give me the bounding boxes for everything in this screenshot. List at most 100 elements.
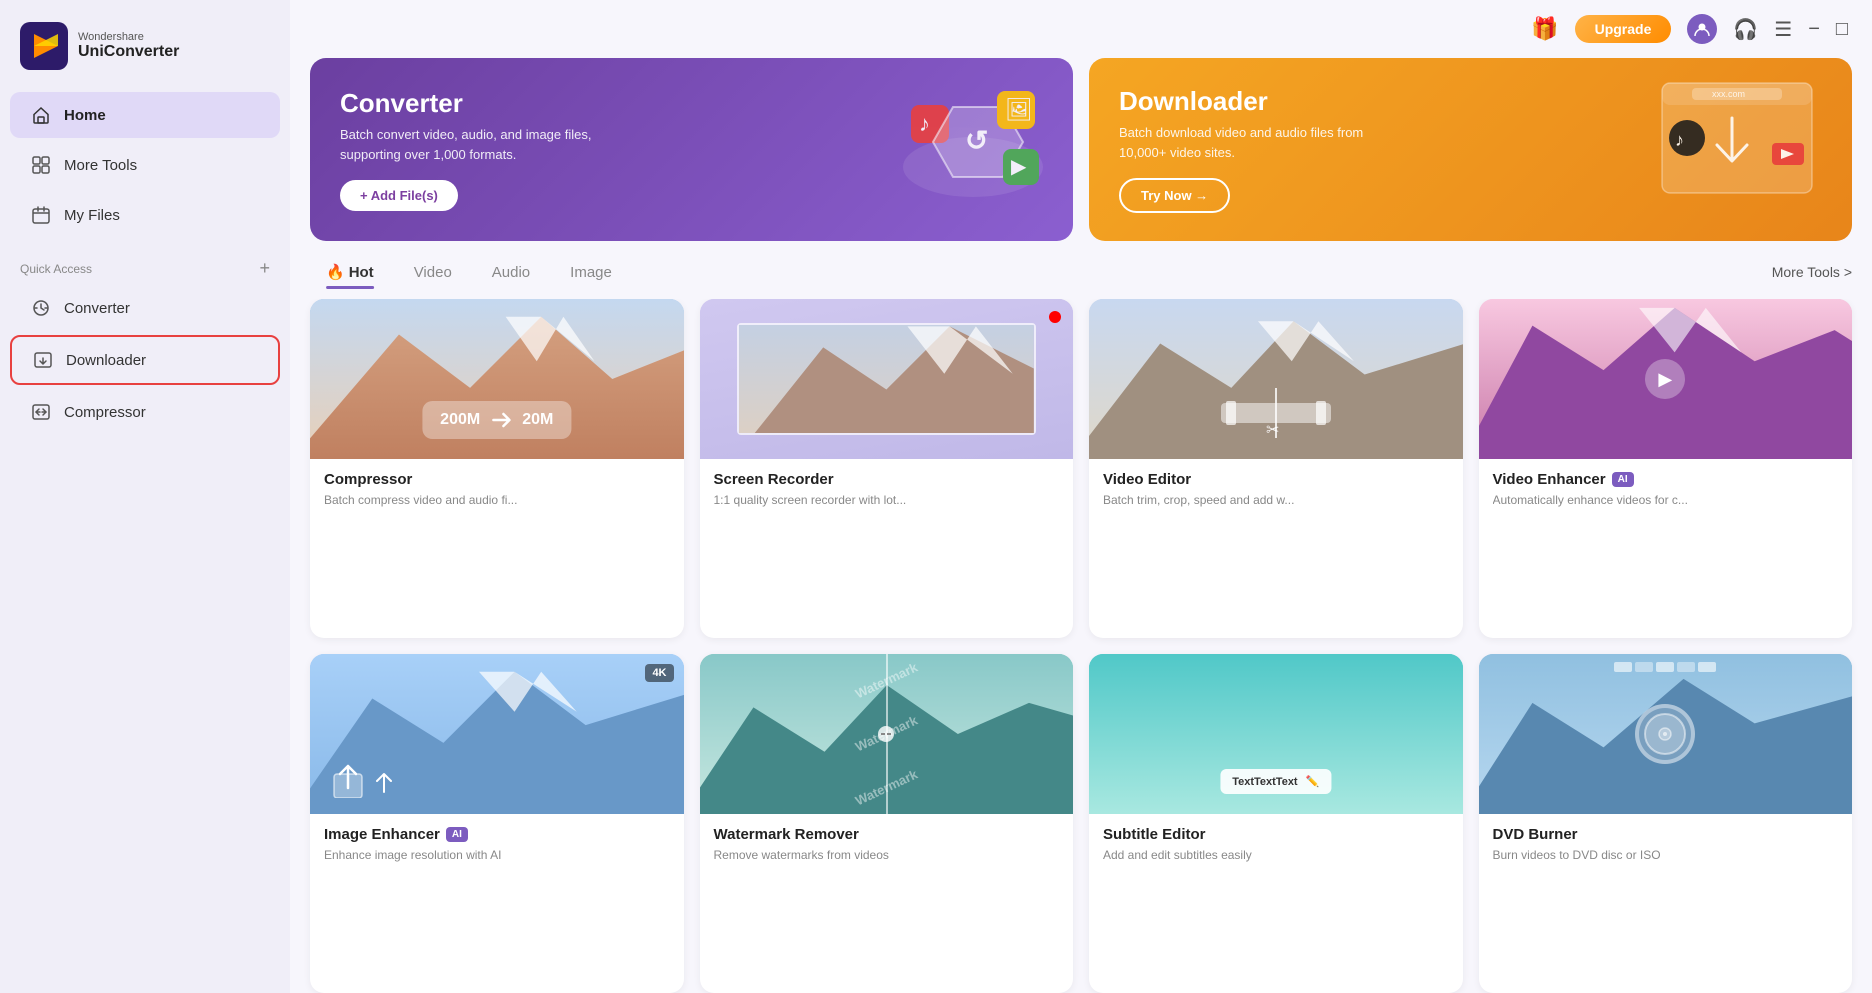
editor-desc: Batch trim, crop, speed and add w... xyxy=(1103,492,1449,509)
play-button-icon: ▶ xyxy=(1645,359,1685,399)
logo-product: UniConverter xyxy=(78,43,179,61)
headphone-icon[interactable]: 🎧 xyxy=(1733,17,1758,42)
editor-card-info: Video Editor Batch trim, crop, speed and… xyxy=(1089,459,1463,523)
main-content: 🎁 Upgrade 🎧 ☰ − □ Converter Batch conver… xyxy=(290,0,1872,993)
tab-audio[interactable]: Audio xyxy=(476,258,546,287)
enhancer-title: Video Enhancer AI xyxy=(1493,471,1839,488)
svg-text:↺: ↺ xyxy=(965,125,988,156)
tab-video-label: Video xyxy=(414,264,452,281)
img-enhancer-card-info: Image Enhancer AI Enhance image resoluti… xyxy=(310,814,684,878)
tool-card-video-enhancer[interactable]: ▶ Video Enhancer AI Automatically enhanc… xyxy=(1479,299,1853,638)
downloader-banner-graphic: xxx.com ♪ xyxy=(1632,73,1832,227)
img-enhancer-title: Image Enhancer AI xyxy=(324,826,670,843)
sidebar-more-tools-label: More Tools xyxy=(64,157,137,174)
tool-card-screen-recorder[interactable]: Screen Recorder 1:1 quality screen recor… xyxy=(700,299,1074,638)
compress-arrow-icon xyxy=(490,409,512,431)
recorder-card-info: Screen Recorder 1:1 quality screen recor… xyxy=(700,459,1074,523)
menu-icon[interactable]: ☰ xyxy=(1774,17,1792,42)
banners-section: Converter Batch convert video, audio, an… xyxy=(290,58,1872,257)
svg-text:✂: ✂ xyxy=(1266,422,1279,439)
recorder-thumbnail xyxy=(700,299,1074,459)
tab-hot[interactable]: 🔥 🔥 Hot Hot xyxy=(310,257,390,287)
img-ai-badge: AI xyxy=(446,827,468,842)
dvd-title: DVD Burner xyxy=(1493,826,1839,843)
more-tools-link[interactable]: More Tools > xyxy=(1772,264,1852,280)
subtitle-preview-text: TextTextText xyxy=(1232,776,1297,788)
sidebar-item-compressor[interactable]: Compressor xyxy=(10,389,280,435)
watermark-desc: Remove watermarks from videos xyxy=(714,847,1060,864)
tab-audio-label: Audio xyxy=(492,264,530,281)
converter-add-files-button[interactable]: + Add File(s) xyxy=(340,180,458,211)
subtitle-title: Subtitle Editor xyxy=(1103,826,1449,843)
svg-text:🖼: 🖼 xyxy=(1005,97,1033,122)
subtitle-preview-box: TextTextText ✏️ xyxy=(1220,769,1331,794)
downloader-banner[interactable]: Downloader Batch download video and audi… xyxy=(1089,58,1852,241)
subtitle-thumbnail: TextTextText ✏️ xyxy=(1089,654,1463,814)
minimize-button[interactable]: − xyxy=(1808,18,1820,41)
rec-frame xyxy=(737,323,1036,435)
img-enhancer-thumbnail: 4K xyxy=(310,654,684,814)
dvd-disc-icon xyxy=(1635,704,1695,764)
ai-badge: AI xyxy=(1612,472,1634,487)
sidebar: Wondershare UniConverter Home More Tools xyxy=(0,0,290,993)
tool-card-compressor[interactable]: 200M 20M Compressor Batch compress video… xyxy=(310,299,684,638)
downloader-banner-desc: Batch download video and audio files fro… xyxy=(1119,123,1399,162)
converter-banner[interactable]: Converter Batch convert video, audio, an… xyxy=(310,58,1073,241)
editor-title: Video Editor xyxy=(1103,471,1449,488)
4k-badge: 4K xyxy=(645,664,673,682)
enhancer-thumbnail: ▶ xyxy=(1479,299,1853,459)
tab-image[interactable]: Image xyxy=(554,258,628,287)
upscale-arrows xyxy=(330,758,396,798)
watermark-card-info: Watermark Remover Remove watermarks from… xyxy=(700,814,1074,878)
tool-card-video-editor[interactable]: ✂ Video Editor Batch trim, crop, speed a… xyxy=(1089,299,1463,638)
tool-card-dvd[interactable]: DVD Burner Burn videos to DVD disc or IS… xyxy=(1479,654,1853,993)
logo-text: Wondershare UniConverter xyxy=(78,31,179,61)
downloader-icon xyxy=(32,349,54,371)
dvd-card-info: DVD Burner Burn videos to DVD disc or IS… xyxy=(1479,814,1853,878)
img-enhancer-desc: Enhance image resolution with AI xyxy=(324,847,670,864)
compressor-thumbnail: 200M 20M xyxy=(310,299,684,459)
svg-text:▶: ▶ xyxy=(1011,156,1027,178)
compress-to: 20M xyxy=(522,411,553,429)
editor-cut-tool: ✂ xyxy=(1216,383,1336,443)
dvd-thumbnail xyxy=(1479,654,1853,814)
converter-banner-desc: Batch convert video, audio, and image fi… xyxy=(340,125,620,164)
tool-card-watermark[interactable]: Watermark Watermark Watermark Watermark … xyxy=(700,654,1074,993)
recorder-desc: 1:1 quality screen recorder with lot... xyxy=(714,492,1060,509)
subtitle-edit-icon: ✏️ xyxy=(1306,775,1320,788)
quick-access-add-button[interactable]: + xyxy=(259,258,270,279)
maximize-button[interactable]: □ xyxy=(1836,18,1848,41)
sidebar-item-home[interactable]: Home xyxy=(10,92,280,138)
sidebar-downloader-label: Downloader xyxy=(66,352,146,369)
upgrade-button[interactable]: Upgrade xyxy=(1575,15,1672,43)
dvd-desc: Burn videos to DVD disc or ISO xyxy=(1493,847,1839,864)
gift-icon[interactable]: 🎁 xyxy=(1531,16,1558,42)
home-icon xyxy=(30,104,52,126)
recorder-title: Screen Recorder xyxy=(714,471,1060,488)
app-logo-icon xyxy=(20,22,68,70)
enhancer-desc: Automatically enhance videos for c... xyxy=(1493,492,1839,509)
divider-handle xyxy=(878,726,894,742)
tool-card-image-enhancer[interactable]: 4K Image Enhancer xyxy=(310,654,684,993)
tab-video[interactable]: Video xyxy=(398,258,468,287)
dvd-filmstrip xyxy=(1614,662,1716,672)
subtitle-card-info: Subtitle Editor Add and edit subtitles e… xyxy=(1089,814,1463,878)
sidebar-item-downloader[interactable]: Downloader xyxy=(10,335,280,385)
converter-banner-graphic: ♪ ↺ 🖼 ▶ xyxy=(893,77,1053,223)
svg-text:♪: ♪ xyxy=(919,111,930,136)
sidebar-my-files-label: My Files xyxy=(64,207,120,224)
tool-card-subtitle[interactable]: TextTextText ✏️ Subtitle Editor Add and … xyxy=(1089,654,1463,993)
sidebar-item-more-tools[interactable]: More Tools xyxy=(10,142,280,188)
topbar: 🎁 Upgrade 🎧 ☰ − □ xyxy=(290,0,1872,58)
tools-grid: 200M 20M Compressor Batch compress video… xyxy=(290,299,1872,993)
compressor-title: Compressor xyxy=(324,471,670,488)
converter-icon xyxy=(30,297,52,319)
sidebar-item-converter[interactable]: Converter xyxy=(10,285,280,331)
hot-flame-icon: 🔥 xyxy=(326,263,345,281)
svg-text:♪: ♪ xyxy=(1675,130,1684,150)
sidebar-converter-label: Converter xyxy=(64,300,130,317)
sidebar-item-my-files[interactable]: My Files xyxy=(10,192,280,238)
downloader-try-now-button[interactable]: Try Now → xyxy=(1119,178,1230,213)
rec-dot xyxy=(1049,311,1061,323)
user-avatar[interactable] xyxy=(1687,14,1717,44)
